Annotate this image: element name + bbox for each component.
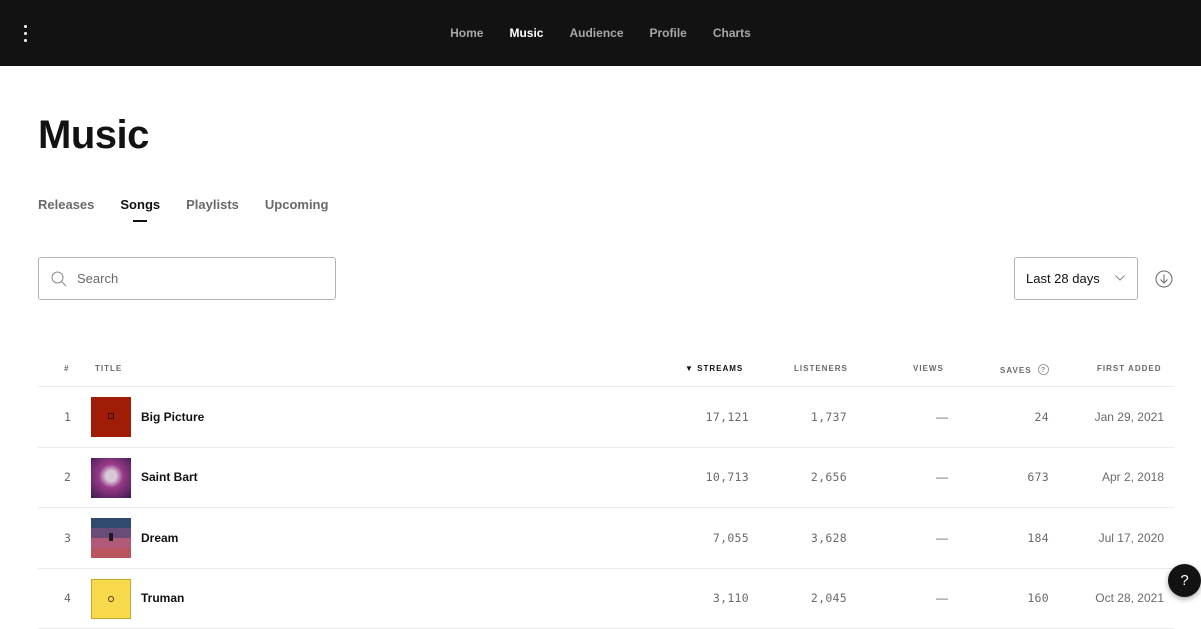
nav-music[interactable]: Music (496, 26, 556, 40)
views-value: — (936, 470, 948, 485)
col-saves-label: Saves (1000, 366, 1032, 375)
song-title[interactable]: Truman (141, 591, 184, 605)
album-art (91, 397, 131, 437)
songs-table: # Title ▼ Streams Listeners Views Saves … (38, 356, 1174, 629)
col-first-added[interactable]: First Added (1097, 364, 1161, 373)
table-row[interactable]: 4 Truman 3,110 2,045 — 160 Oct 28, 2021 (38, 569, 1174, 629)
col-streams[interactable]: ▼ Streams (685, 364, 743, 373)
nav-charts[interactable]: Charts (700, 26, 764, 40)
date-range-value: Last 28 days (1026, 271, 1100, 286)
table-row[interactable]: 3 Dream 7,055 3,628 — 184 Jul 17, 2020 (38, 508, 1174, 569)
song-title[interactable]: Dream (141, 531, 178, 545)
saves-value: 160 (1027, 591, 1049, 606)
row-index: 3 (64, 530, 72, 545)
tab-releases[interactable]: Releases (38, 197, 94, 222)
views-value: — (936, 530, 948, 545)
col-saves[interactable]: Saves ? (1000, 364, 1049, 375)
first-added-value: Jul 17, 2020 (1098, 530, 1164, 545)
streams-value: 3,110 (712, 591, 749, 606)
help-icon: ? (1180, 572, 1189, 589)
nav-audience[interactable]: Audience (556, 26, 636, 40)
table-row[interactable]: 2 Saint Bart 10,713 2,656 — 673 Apr 2, 2… (38, 448, 1174, 508)
streams-value: 7,055 (712, 530, 749, 545)
main-nav: Home Music Audience Profile Charts (0, 0, 1201, 66)
tab-playlists[interactable]: Playlists (186, 197, 239, 222)
sort-down-triangle-icon: ▼ (685, 364, 698, 373)
search-input[interactable] (77, 271, 297, 286)
help-button[interactable]: ? (1168, 564, 1201, 597)
streams-value: 10,713 (705, 470, 749, 485)
col-views[interactable]: Views (913, 364, 944, 373)
listeners-value: 3,628 (810, 530, 847, 545)
download-icon[interactable] (1155, 270, 1173, 288)
col-streams-label: Streams (697, 364, 744, 373)
song-title[interactable]: Big Picture (141, 410, 204, 424)
album-art (91, 518, 131, 558)
search-icon (51, 271, 67, 286)
top-navigation-bar: Home Music Audience Profile Charts (0, 0, 1201, 66)
listeners-value: 2,045 (810, 591, 847, 606)
first-added-value: Jan 29, 2021 (1094, 409, 1164, 424)
chevron-down-icon (1115, 275, 1125, 281)
listeners-value: 2,656 (810, 470, 847, 485)
date-range-select[interactable]: Last 28 days (1014, 257, 1138, 300)
page-title: Music (38, 113, 149, 157)
song-title[interactable]: Saint Bart (141, 470, 198, 484)
saves-value: 673 (1027, 470, 1049, 485)
col-listeners[interactable]: Listeners (794, 364, 848, 373)
table-row[interactable]: 1 Big Picture 17,121 1,737 — 24 Jan 29, … (38, 387, 1174, 448)
nav-profile[interactable]: Profile (637, 26, 700, 40)
table-header: # Title ▼ Streams Listeners Views Saves … (38, 356, 1174, 387)
tab-upcoming[interactable]: Upcoming (265, 197, 329, 222)
first-added-value: Apr 2, 2018 (1101, 470, 1164, 485)
row-index: 4 (64, 591, 72, 606)
listeners-value: 1,737 (810, 409, 847, 424)
music-tabs: Releases Songs Playlists Upcoming (38, 197, 328, 222)
first-added-value: Oct 28, 2021 (1095, 591, 1164, 606)
views-value: — (936, 409, 948, 424)
svg-text:?: ? (1041, 367, 1046, 374)
album-art (91, 578, 131, 619)
col-title[interactable]: Title (95, 364, 122, 373)
col-index: # (64, 364, 70, 373)
search-box[interactable] (38, 257, 336, 300)
views-value: — (936, 591, 948, 606)
row-index: 1 (64, 409, 72, 424)
question-circle-icon[interactable]: ? (1037, 364, 1049, 375)
saves-value: 24 (1034, 409, 1049, 424)
album-art (91, 457, 131, 498)
tab-songs[interactable]: Songs (120, 197, 160, 222)
row-index: 2 (64, 470, 72, 485)
streams-value: 17,121 (705, 409, 749, 424)
saves-value: 184 (1027, 530, 1049, 545)
nav-home[interactable]: Home (437, 26, 496, 40)
